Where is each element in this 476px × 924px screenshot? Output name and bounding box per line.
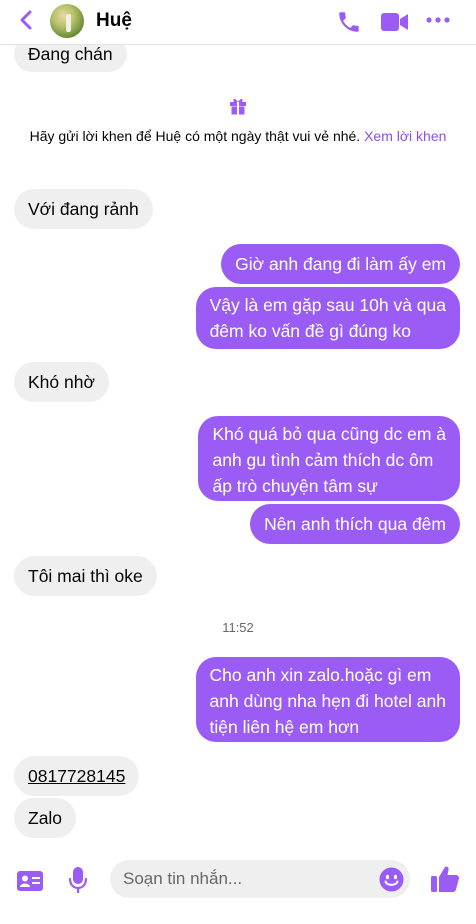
see-compliments-link[interactable]: Xem lời khen — [364, 128, 446, 144]
timestamp: 11:52 — [222, 620, 254, 635]
message-text: Với đang rảnh — [28, 199, 139, 219]
more-icon[interactable] — [426, 16, 450, 24]
avatar-figure — [66, 14, 71, 32]
phone-icon[interactable] — [336, 9, 362, 35]
message-text: Giờ anh đang đi làm ấy em — [235, 254, 446, 274]
avatar[interactable] — [50, 4, 84, 38]
message-outgoing[interactable]: Giờ anh đang đi làm ấy em — [221, 244, 460, 284]
message-outgoing[interactable]: Nên anh thích qua đêm — [250, 504, 460, 544]
message-text: Nên anh thích qua đêm — [264, 514, 446, 534]
message-incoming[interactable]: 0817728145 — [14, 756, 140, 796]
message-outgoing[interactable]: Vậy là em gặp sau 10h và qua đêm ko vấn … — [195, 287, 460, 349]
emoji-icon[interactable] — [379, 867, 404, 892]
message-text: Đang chán — [28, 44, 113, 64]
message-line: anh gu tình cảm thích dc ôm — [212, 450, 434, 470]
gift-icon — [230, 98, 246, 115]
system-notice: Hãy gửi lời khen để Huệ có một ngày thật… — [0, 127, 476, 146]
message-list[interactable]: Đang chán Hãy gửi lời khen để Huệ có một… — [0, 0, 476, 850]
message-composer: Soạn tin nhắn... — [0, 850, 476, 924]
back-chevron-icon[interactable] — [16, 9, 38, 31]
message-input-placeholder: Soạn tin nhắn... — [123, 869, 243, 888]
message-text: Tôi mai thì oke — [28, 566, 143, 586]
notice-text: Hãy gửi lời khen để Huệ có một ngày thật… — [29, 128, 361, 144]
message-incoming[interactable]: Zalo — [14, 798, 77, 838]
message-line: Vậy là em gặp sau 10h và qua — [209, 295, 446, 315]
thumbs-up-icon[interactable] — [430, 864, 460, 894]
message-incoming[interactable]: Khó nhờ — [14, 362, 109, 402]
contact-name[interactable]: Huệ — [96, 10, 132, 32]
contact-card-icon[interactable] — [16, 870, 44, 892]
message-incoming[interactable]: Tôi mai thì oke — [14, 556, 157, 596]
chat-header: Huệ — [0, 0, 476, 45]
message-line: Cho anh xin zalo.hoặc gì em — [209, 665, 432, 685]
message-line: Khó quá bỏ qua cũng dc em à — [212, 424, 446, 444]
message-line: tiện liên hệ em hơn — [209, 717, 360, 737]
message-input[interactable]: Soạn tin nhắn... — [110, 860, 410, 898]
message-line: ấp trò chuyện tâm sự — [212, 476, 378, 496]
microphone-icon[interactable] — [68, 866, 88, 894]
message-line: đêm ko vấn đề gì đúng ko — [209, 321, 411, 341]
message-incoming[interactable]: Với đang rảnh — [14, 189, 153, 229]
message-text: Zalo — [28, 808, 63, 828]
video-camera-icon[interactable] — [380, 10, 410, 34]
message-text: Khó nhờ — [28, 372, 95, 392]
message-outgoing[interactable]: Khó quá bỏ qua cũng dc em à anh gu tình … — [198, 416, 460, 501]
message-outgoing[interactable]: Cho anh xin zalo.hoặc gì em anh dùng nha… — [195, 657, 460, 742]
phone-number-link[interactable]: 0817728145 — [28, 766, 125, 786]
message-line: anh dùng nha hẹn đi hotel anh — [209, 691, 446, 711]
